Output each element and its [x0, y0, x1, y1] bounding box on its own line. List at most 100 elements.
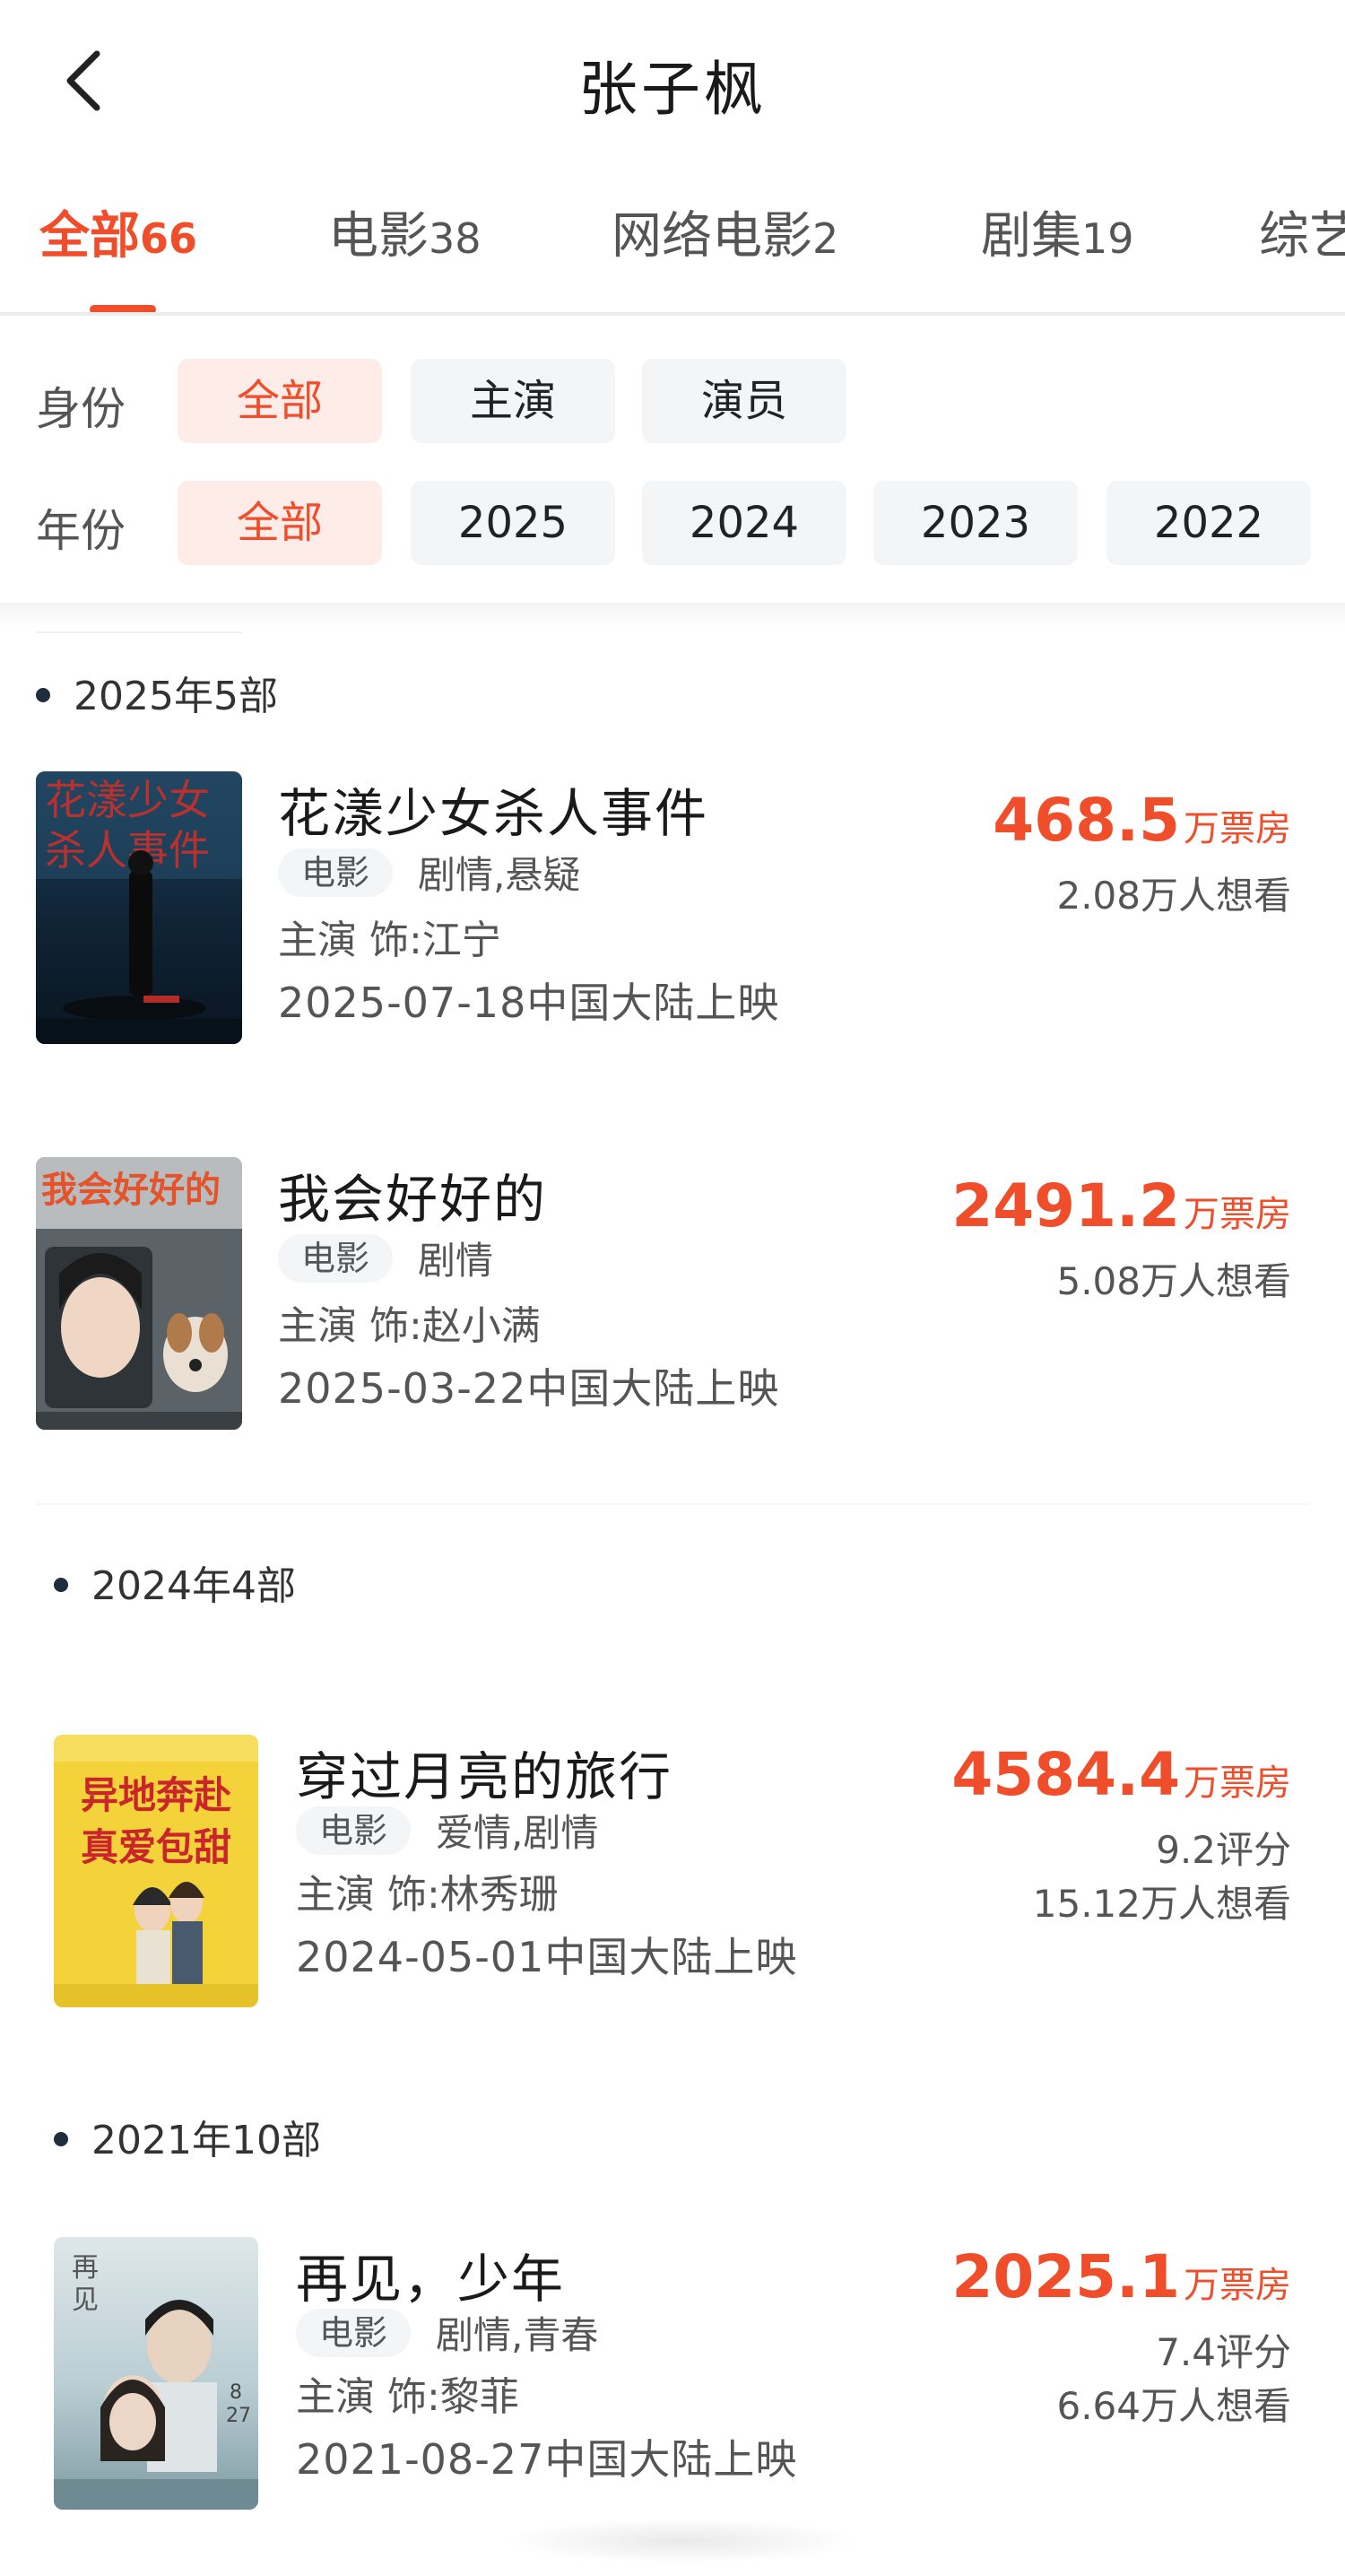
release-date: 2024-05-01中国大陆上映 — [296, 1933, 798, 1981]
genre-text: 剧情,青春 — [436, 2313, 599, 2357]
year-chip-2025[interactable]: 2025 — [411, 481, 615, 565]
box-office-value: 4584.4 — [951, 1740, 1180, 1809]
youth-pair-poster: 再 见 8 27 — [54, 2237, 258, 2510]
svg-text:我会好好的: 我会好好的 — [41, 1170, 221, 1211]
movie-title: 花漾少女杀人事件 — [278, 783, 709, 844]
release-date: 2025-07-18中国大陆上映 — [278, 979, 780, 1027]
bullet-dot — [54, 2132, 68, 2146]
year-group-label: 2021年10部 — [91, 2118, 321, 2163]
svg-text:见: 见 — [72, 2284, 99, 2316]
poster-caption: 异地奔赴 — [81, 1773, 231, 1817]
movie-card[interactable]: 我会好好的 我会好好的 电影 剧情 主演 饰:赵小满 2025-03-22中国大陆… — [0, 1157, 1345, 1435]
active-tab-indicator — [90, 305, 156, 312]
movie-title: 我会好好的 — [278, 1169, 548, 1230]
box-office-value: 2491.2 — [951, 1171, 1180, 1240]
category-tabs: 全部66 电影38 网络电影2 剧集19 综艺 — [0, 179, 1345, 316]
identity-chip-lead[interactable]: 主演 — [411, 359, 615, 443]
identity-filter-row: 身份 全部 主演 演员 — [0, 359, 1345, 445]
tab-count: 38 — [429, 214, 482, 263]
movie-card[interactable]: 异地奔赴 真爱包甜 穿过月亮的旅行 电影 爱情,剧情 主演 饰:林秀珊 2024-… — [0, 1735, 1345, 2013]
movie-title: 再见，少年 — [296, 2249, 566, 2310]
box-office-unit: 万票房 — [1184, 1762, 1291, 1804]
want-count: 2.08万人想看 — [1056, 874, 1291, 918]
role-text: 主演 饰:林秀珊 — [296, 1872, 559, 1918]
want-count: 5.08万人想看 — [1056, 1259, 1291, 1303]
box-office-unit: 万票房 — [1184, 2265, 1291, 2306]
type-tag: 电影 — [296, 1806, 412, 1855]
nav-header: 张子枫 — [0, 0, 1345, 161]
box-office-unit: 万票房 — [1184, 808, 1291, 849]
section-divider — [0, 603, 1345, 628]
year-group-label: 2024年4部 — [91, 1563, 296, 1609]
want-count: 6.64万人想看 — [1056, 2384, 1291, 2428]
year-group-header: 2024年4部 — [54, 1553, 296, 1611]
year-group-header: 2021年10部 — [54, 2108, 321, 2165]
movie-tags: 电影 剧情,悬疑 — [278, 845, 580, 897]
year-filter-label: 年份 — [36, 505, 126, 557]
role-text: 主演 饰:江宁 — [278, 918, 501, 963]
tab-count: 2 — [812, 214, 839, 263]
type-tag: 电影 — [296, 2308, 412, 2357]
page-title: 张子枫 — [578, 55, 767, 124]
year-chip-2022[interactable]: 2022 — [1106, 481, 1311, 565]
year-chip-all[interactable]: 全部 — [178, 481, 382, 565]
yellow-romance-poster: 异地奔赴 真爱包甜 — [54, 1735, 258, 2007]
rating: 7.4评分 — [1156, 2330, 1291, 2374]
girl-and-dog-poster: 我会好好的 — [36, 1157, 242, 1430]
tab-all[interactable]: 全部66 — [39, 196, 197, 268]
tab-count: 19 — [1081, 214, 1134, 263]
svg-text:8: 8 — [230, 2381, 242, 2404]
identity-chip-all[interactable]: 全部 — [178, 359, 382, 443]
role-text: 主演 饰:黎菲 — [296, 2374, 519, 2420]
year-chip-2023[interactable]: 2023 — [873, 481, 1078, 565]
box-office: 2491.2 万票房 — [951, 1166, 1291, 1255]
tab-label: 剧集 — [981, 207, 1081, 265]
year-filter-row: 年份 全部 2025 2024 2023 2022 — [0, 481, 1345, 567]
box-office-value: 2025.1 — [951, 2242, 1180, 2311]
year-chip-2024[interactable]: 2024 — [642, 481, 846, 565]
divider — [36, 1503, 1309, 1505]
tab-label: 电影 — [328, 207, 429, 265]
tab-label: 综艺 — [1259, 207, 1345, 265]
box-office: 468.5 万票房 — [993, 780, 1291, 869]
movie-stats: 2025.1 万票房 7.4评分 6.64万人想看 — [951, 2237, 1291, 2433]
movie-stats: 468.5 万票房 2.08万人想看 — [993, 780, 1291, 923]
bullet-dot — [36, 688, 50, 702]
movie-tags: 电影 剧情 — [278, 1231, 493, 1283]
movie-stats: 2491.2 万票房 5.08万人想看 — [951, 1166, 1291, 1309]
genre-text: 剧情 — [418, 1239, 494, 1283]
year-group-header: 2025年5部 — [36, 664, 278, 721]
svg-text:花漾少女: 花漾少女 — [45, 776, 210, 824]
role-text: 主演 饰:赵小满 — [278, 1303, 541, 1349]
svg-text:再: 再 — [72, 2252, 99, 2284]
type-tag: 电影 — [278, 1233, 394, 1283]
release-date: 2025-03-22中国大陆上映 — [278, 1364, 780, 1413]
want-count: 15.12万人想看 — [1032, 1882, 1291, 1926]
year-group-label: 2025年5部 — [74, 674, 278, 719]
tab-label: 全部 — [39, 207, 140, 265]
rating: 9.2评分 — [1156, 1828, 1291, 1872]
identity-filter-label: 身份 — [36, 383, 126, 435]
tab-label: 网络电影 — [612, 207, 812, 265]
identity-chip-actor[interactable]: 演员 — [642, 359, 846, 443]
divider — [36, 631, 242, 633]
type-tag: 电影 — [278, 848, 394, 897]
box-office-value: 468.5 — [993, 786, 1180, 855]
movie-tags: 电影 剧情,青春 — [296, 2305, 598, 2357]
box-office: 2025.1 万票房 — [951, 2237, 1291, 2326]
tab-variety[interactable]: 综艺 — [1259, 196, 1345, 268]
genre-text: 剧情,悬疑 — [418, 853, 581, 897]
dark-street-poster: 花漾少女 杀人事件 — [36, 771, 242, 1044]
movie-card[interactable]: 花漾少女 杀人事件 花漾少女杀人事件 电影 剧情,悬疑 主演 饰:江宁 2025-… — [0, 771, 1345, 1049]
tab-movies[interactable]: 电影38 — [328, 196, 482, 268]
movie-card[interactable]: 再 见 8 27 再见，少年 电影 剧情,青春 主演 饰:黎菲 2021-08-2… — [0, 2237, 1345, 2515]
scroll-hint — [502, 2519, 861, 2563]
svg-text:27: 27 — [226, 2405, 251, 2427]
poster-caption: 真爱包甜 — [81, 1825, 231, 1869]
tab-web-movies[interactable]: 网络电影2 — [612, 196, 838, 268]
box-office: 4584.4 万票房 — [951, 1735, 1291, 1823]
svg-text:杀人事件: 杀人事件 — [45, 826, 210, 875]
tab-series[interactable]: 剧集19 — [981, 196, 1134, 268]
bullet-dot — [54, 1578, 68, 1592]
movie-title: 穿过月亮的旅行 — [296, 1746, 673, 1807]
